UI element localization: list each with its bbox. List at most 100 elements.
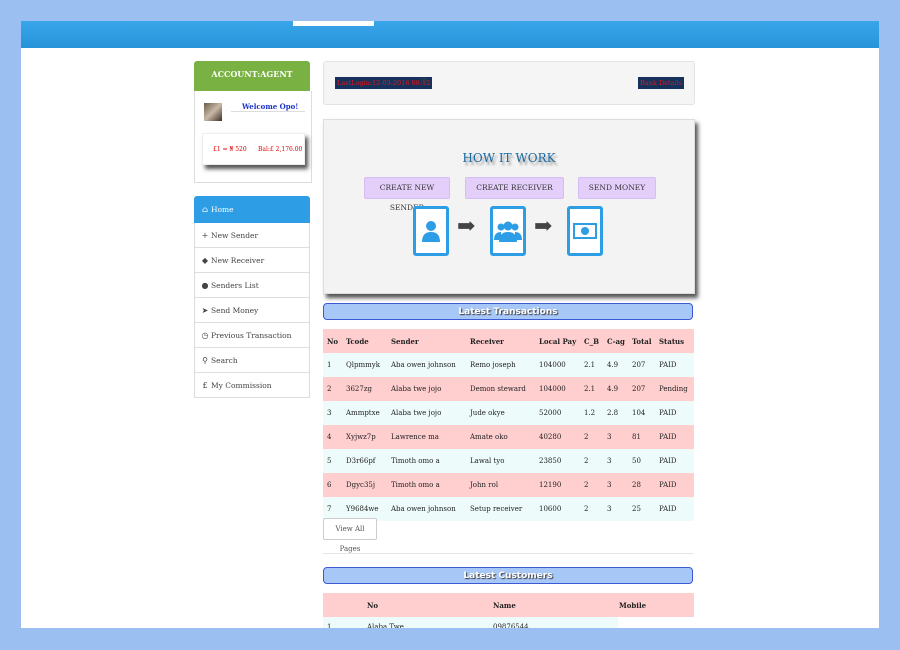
sidebar-item-search[interactable]: ⚲ Search — [194, 348, 310, 373]
table-cell: 2 — [580, 497, 603, 521]
table-cell: 10600 — [535, 497, 580, 521]
table-cell: Amate oko — [466, 425, 535, 449]
column-header: Total — [628, 329, 655, 353]
table-cell: 2.8 — [603, 401, 628, 425]
table-cell: 81 — [628, 425, 655, 449]
table-cell: 1.2 — [580, 401, 603, 425]
table-cell: 104 — [628, 401, 655, 425]
table-cell: Demon steward — [466, 377, 535, 401]
table-cell: 2 — [323, 377, 342, 401]
table-cell: 50 — [628, 449, 655, 473]
sidebar-item-send-money[interactable]: ➤ Send Money — [194, 298, 310, 323]
table-cell: Alaba Twe — [366, 617, 492, 628]
column-header: Name — [492, 593, 618, 617]
table-row: 6 Dgyc35j Timoth omo a John rol 12190 2 3 28 PAI… — [323, 473, 694, 497]
send-icon: ➤ — [201, 305, 209, 315]
user-icon: ● — [201, 280, 209, 290]
table-cell: 3 — [603, 425, 628, 449]
table-cell: Timoth omo a — [387, 449, 466, 473]
table-cell: 3 — [603, 473, 628, 497]
account-panel: Welcome Opo! £1 = ₦ 520 Bal:£ 2,176.00 — [194, 91, 312, 183]
column-header: Receiver — [466, 329, 535, 353]
balance-card: £1 = ₦ 520 Bal:£ 2,176.00 — [202, 133, 305, 165]
table-cell: 3 — [603, 449, 628, 473]
table-cell: 2 — [580, 473, 603, 497]
sidebar-item-new-receiver[interactable]: ◆ New Receiver — [194, 248, 310, 273]
step-send-money-label: SEND MONEY — [578, 177, 656, 199]
plus-icon: + — [201, 230, 209, 240]
step-create-receiver-label: CREATE RECEIVER — [465, 177, 564, 199]
sidebar-item-new-sender[interactable]: + New Sender — [194, 223, 310, 248]
table-cell: 207 — [628, 353, 655, 377]
table-cell: Pending — [655, 377, 694, 401]
bank-details-button[interactable]: Bank Details — [638, 77, 684, 89]
table-cell: Timoth omo a — [387, 473, 466, 497]
tags-icon: ◆ — [201, 255, 209, 265]
column-header: C-ag — [603, 329, 628, 353]
home-icon: ⌂ — [201, 204, 209, 214]
clock-icon: ◷ — [201, 330, 209, 340]
table-header-row: No Tcode Sender Receiver Local Pay C_B C… — [323, 329, 694, 353]
table-cell: 3 — [323, 401, 342, 425]
transactions-body: 1 Qlpmmyk Aba owen johnson Remo joseph 10400… — [323, 353, 694, 521]
table-cell: Lawal tyo — [466, 449, 535, 473]
table-cell: 25 — [628, 497, 655, 521]
table-cell: 2.1 — [580, 377, 603, 401]
exchange-rate: £1 = ₦ 520 — [213, 146, 247, 153]
table-row: 2 3627zg Alaba twe jojo Demon steward 104000… — [323, 377, 694, 401]
view-all-pages-button[interactable]: View All Pages — [323, 518, 377, 553]
column-header: Status — [655, 329, 694, 353]
last-login-badge: LastLogin:12-03-2016 08:12 — [335, 77, 433, 89]
page: ACCOUNT:AGENT Welcome Opo! £1 = ₦ 520 Ba… — [21, 21, 879, 628]
sidebar-item-label: Home — [211, 204, 234, 214]
table-cell — [618, 617, 694, 628]
column-header: Mobile — [618, 593, 694, 617]
group-icon — [490, 206, 526, 256]
column-header: Tcode — [342, 329, 387, 353]
sidebar-item-label: Search — [211, 355, 238, 365]
login-info-bar: LastLogin:12-03-2016 08:12 ◷ Bank Detail… — [323, 61, 695, 105]
transactions-table: No Tcode Sender Receiver Local Pay C_B C… — [323, 329, 694, 521]
table-cell: 1 — [323, 353, 342, 377]
search-icon: ⚲ — [202, 355, 208, 365]
column-header: Local Pay — [535, 329, 580, 353]
top-navbar — [21, 21, 879, 48]
table-cell: 3627zg — [342, 377, 387, 401]
money-icon — [567, 206, 603, 256]
column-header: Sender — [387, 329, 466, 353]
latest-customers-title: Latest Customers — [323, 567, 693, 584]
table-cell: 104000 — [535, 377, 580, 401]
sidebar-item-home[interactable]: ⌂ Home — [194, 196, 310, 223]
table-row: 1 Qlpmmyk Aba owen johnson Remo joseph 10400… — [323, 353, 694, 377]
table-row: 7 Y9684we Aba owen johnson Setup receiver 10… — [323, 497, 694, 521]
latest-transactions-title: Latest Transactions — [323, 303, 693, 320]
table-row: 5 D3r66pf Timoth omo a Lawal tyo 23850 2 3 50 PA… — [323, 449, 694, 473]
table-cell: PAID — [655, 425, 694, 449]
table-cell: 2 — [580, 425, 603, 449]
sidebar-item-previous-transaction[interactable]: ◷ Previous Transaction — [194, 323, 310, 348]
balance: Bal:£ 2,176.00 — [258, 146, 303, 153]
sidebar-item-label: Send Money — [211, 305, 259, 315]
table-cell: Qlpmmyk — [342, 353, 387, 377]
clock-icon: ◷ — [421, 77, 428, 85]
table-cell: 23850 — [535, 449, 580, 473]
sidebar-item-my-commission[interactable]: £ My Commission — [194, 373, 310, 398]
table-cell: Alaba twe jojo — [387, 401, 466, 425]
table-cell: 3 — [603, 497, 628, 521]
how-it-works-title: HOW IT WORK — [462, 151, 556, 165]
customers-body: 1 Alaba Twe 09876544 — [323, 617, 694, 628]
divider — [231, 111, 305, 112]
user-icon — [413, 206, 449, 256]
table-cell: D3r66pf — [342, 449, 387, 473]
table-cell: Setup receiver — [466, 497, 535, 521]
table-header-row: No Name Mobile — [323, 593, 694, 617]
table-cell: Jude okye — [466, 401, 535, 425]
table-cell: Alaba twe jojo — [387, 377, 466, 401]
table-cell: 1 — [323, 617, 366, 628]
divider — [323, 553, 694, 554]
table-cell: PAID — [655, 401, 694, 425]
navbar-tab[interactable] — [293, 21, 374, 26]
table-cell: PAID — [655, 353, 694, 377]
table-row: 4 Xyjwz7p Lawrence ma Amate oko 40280 2 3 81 PAI… — [323, 425, 694, 449]
sidebar-item-senders-list[interactable]: ● Senders List — [194, 273, 310, 298]
